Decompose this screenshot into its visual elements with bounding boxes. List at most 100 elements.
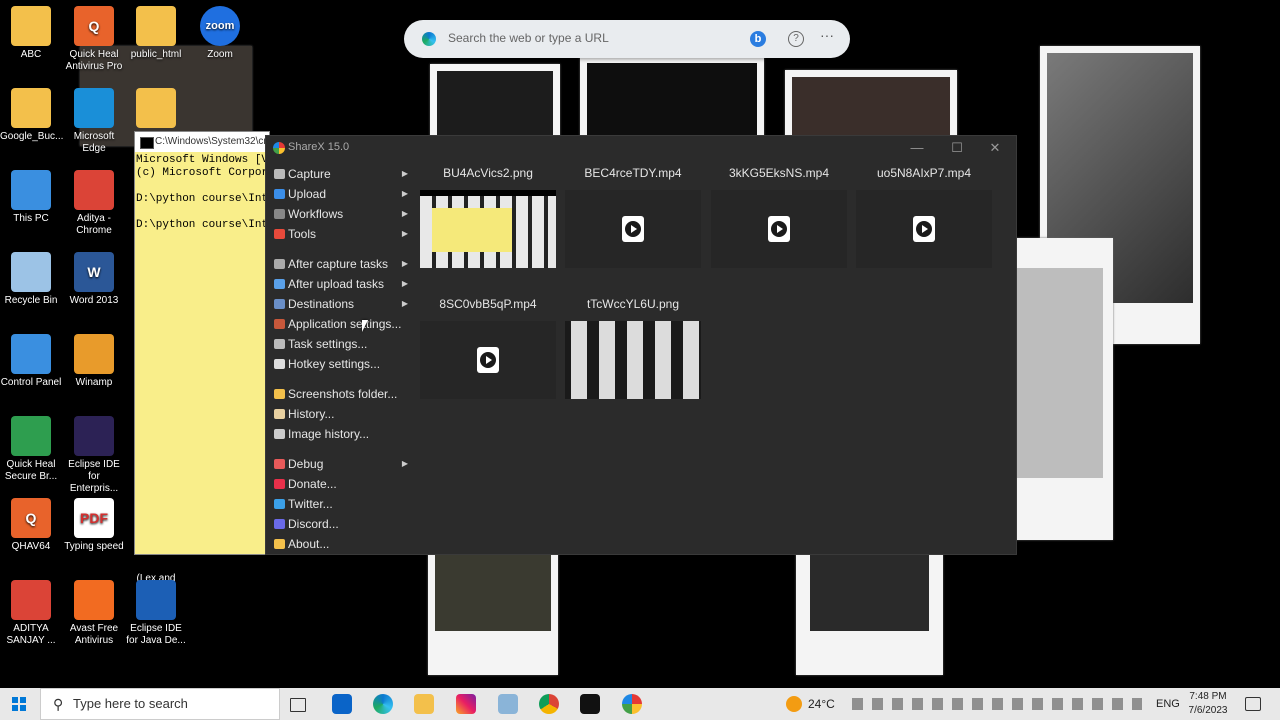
desktop-icon[interactable]: zoom Zoom [189,6,251,61]
desktop-icon[interactable]: Microsoft Edge [63,88,125,155]
desktop-icon[interactable]: Recycle Bin [0,252,62,307]
task-view-icon[interactable] [290,698,306,712]
menu-item-destinations[interactable]: Destinations ▶ [272,294,408,314]
menu-item-after-capture-tasks[interactable]: After capture tasks ▶ [272,254,408,274]
menu-item-upload[interactable]: Upload ▶ [272,184,408,204]
menu-item-icon [274,319,285,329]
video-thumbnail[interactable] [420,321,556,399]
chrome-taskbar-icon[interactable] [539,694,559,714]
menu-item-icon [274,299,285,309]
desktop-icon-label: Recycle Bin [4,295,58,306]
desktop-icon[interactable]: Eclipse IDE for Java De... [125,580,187,647]
help-icon[interactable]: ? [788,31,804,47]
menu-item-debug[interactable]: Debug ▶ [272,454,408,474]
menu-item-image-history[interactable]: Image history... [272,424,408,444]
minimize-button[interactable]: — [902,136,932,159]
menu-item-twitter[interactable]: Twitter... [272,494,408,514]
cmd-window[interactable]: C:\Windows\System32\cmd.exe Microsoft Wi… [134,131,270,555]
desktop-icon-label: Zoom [207,49,233,60]
windows-start-icon[interactable] [12,697,26,711]
desktop-icon[interactable]: ADITYA SANJAY ... [0,580,62,647]
desktop-icon[interactable]: Winamp [63,334,125,389]
weather-temp[interactable]: 24°C [808,688,835,720]
menu-item-application-settings[interactable]: Application settings... [272,314,408,334]
image-thumbnail[interactable] [565,321,701,399]
file-tile[interactable]: BU4AcVics2.png [418,166,558,286]
sharex-title-bar[interactable]: ShareX 15.0 — ☐ ✕ [266,136,1016,159]
video-file-icon [622,216,644,242]
desktop-icon-label: Word 2013 [69,295,119,306]
desktop-icon[interactable]: PDF Typing speed [63,498,125,553]
menu-item-icon [274,539,285,549]
desktop-icon[interactable]: Avast Free Antivirus [63,580,125,647]
desktop-icon[interactable]: This PC [0,170,62,225]
desktop-icon[interactable]: Q QHAV64 [0,498,62,553]
submenu-arrow-icon: ▶ [401,279,408,288]
menu-item-label: Image history... [288,427,370,441]
submenu-arrow-icon: ▶ [401,209,408,218]
desktop-app-icon: zoom [200,6,240,46]
desktop-icon[interactable]: W Word 2013 [63,252,125,307]
cmd-taskbar-icon[interactable] [580,694,600,714]
menu-item-about[interactable]: About... [272,534,408,554]
video-thumbnail[interactable] [856,190,992,268]
video-thumbnail[interactable] [711,190,847,268]
file-tile[interactable]: 3kKG5EksNS.mp4 [709,166,849,286]
instagram-icon[interactable] [456,694,476,714]
search-input-placeholder[interactable]: Search the web or type a URL [448,31,609,45]
language-indicator[interactable]: ENG [1156,688,1180,720]
file-tile[interactable]: uo5N8AIxP7.mp4 [854,166,994,286]
menu-item-donate[interactable]: Donate... [272,474,408,494]
wallpaper-photo [1015,238,1113,540]
desktop-icon[interactable]: Google_Buc... [0,88,63,143]
weather-icon[interactable] [786,696,802,712]
menu-item-label: Capture [288,167,331,181]
close-button[interactable]: ✕ [980,136,1010,159]
menu-item-label: Application settings... [288,317,402,331]
image-thumbnail[interactable] [420,190,556,268]
app-icon[interactable] [498,694,518,714]
desktop-icon[interactable]: Eclipse IDE for Enterpris... [63,416,125,495]
menu-item-icon [274,259,285,269]
desktop-icon[interactable]: Quick Heal Secure Br... [0,416,62,483]
edge-taskbar-icon[interactable] [373,694,393,714]
notifications-icon[interactable] [1245,697,1261,711]
desktop-icon[interactable]: Control Panel [0,334,62,389]
file-explorer-icon[interactable] [414,694,434,714]
mail-icon[interactable] [332,694,352,714]
search-icon: ⚲ [53,696,64,712]
maximize-button[interactable]: ☐ [942,136,972,159]
more-options-icon[interactable]: ··· [820,27,834,43]
desktop-icon[interactable]: ABC [0,6,62,61]
video-thumbnail[interactable] [565,190,701,268]
desktop-icon[interactable]: Aditya - Chrome [63,170,125,237]
menu-item-icon [274,229,285,239]
wallpaper-photo [580,56,764,146]
sharex-taskbar-icon[interactable] [622,694,642,714]
menu-item-after-upload-tasks[interactable]: After upload tasks ▶ [272,274,408,294]
menu-item-task-settings[interactable]: Task settings... [272,334,408,354]
desktop-app-icon [74,334,114,374]
desktop-icon-label: Aditya - Chrome [76,213,112,236]
menu-item-history[interactable]: History... [272,404,408,424]
browser-search-bar[interactable]: Search the web or type a URL b ? ··· [404,20,850,58]
tray-icons[interactable] [852,698,1142,710]
menu-item-tools[interactable]: Tools ▶ [272,224,408,244]
file-tile[interactable]: BEC4rceTDY.mp4 [563,166,703,286]
menu-item-workflows[interactable]: Workflows ▶ [272,204,408,224]
desktop-icon-label: Typing speed [64,541,124,552]
menu-item-hotkey-settings[interactable]: Hotkey settings... [272,354,408,374]
bing-icon[interactable]: b [750,31,766,47]
clock[interactable]: 7:48 PM 7/6/2023 [1186,690,1230,718]
file-tile[interactable]: 8SC0vbB5qP.mp4 [418,297,558,417]
desktop-icon[interactable]: Q Quick Heal Antivirus Pro [63,6,125,73]
taskbar-search-box[interactable]: ⚲ Type here to search [40,688,280,720]
sharex-window[interactable]: ShareX 15.0 — ☐ ✕ Capture ▶ Upload ▶ Workflo… [265,135,1017,555]
menu-item-discord[interactable]: Discord... [272,514,408,534]
file-tile[interactable]: tTcWccYL6U.png [563,297,703,417]
cmd-title-bar[interactable]: C:\Windows\System32\cmd.exe [135,132,269,152]
desktop-icon[interactable] [125,88,187,131]
menu-item-capture[interactable]: Capture ▶ [272,164,408,184]
menu-item-screenshots-folder[interactable]: Screenshots folder... [272,384,408,404]
desktop-icon[interactable]: public_html [125,6,187,61]
